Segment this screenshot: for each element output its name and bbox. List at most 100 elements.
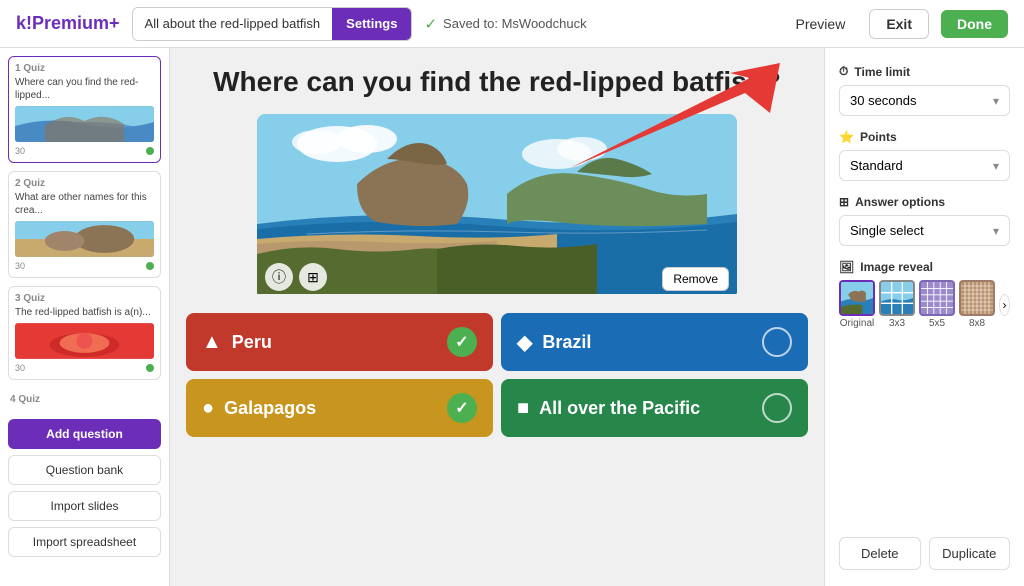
answer-text-peru: Peru [232,332,272,353]
sidebar-item-quiz-3[interactable]: 3 Quiz The red-lipped batfish is a(n)...… [8,286,161,380]
panel-bottom-buttons: Delete Duplicate [839,537,1010,570]
answer-options-section: ⊞ Answer options Single select ▾ [839,195,1010,246]
reveal-8x8-label: 8x8 [969,318,985,329]
answer-icon-galapagos: ● [202,397,214,420]
saved-indicator: ✓ Saved to: MsWoodchuck [424,15,586,33]
saved-text: Saved to: MsWoodchuck [443,16,587,31]
answer-options-dropdown[interactable]: Single select ▾ [839,215,1010,246]
points-section: ⭐ Points Standard ▾ [839,130,1010,181]
reveal-original-wrap: Original [839,280,875,329]
quiz-card-2-number: 2 Quiz [15,178,154,189]
quiz-count-label: 4 Quiz [8,394,161,405]
answer-card-pacific[interactable]: ■ All over the Pacific [501,379,808,437]
quiz-thumb-2 [15,221,154,257]
chevron-down-icon: ▾ [993,94,999,108]
answer-text-galapagos: Galapagos [224,398,316,419]
answer-check-peru: ✓ [447,327,477,357]
reveal-3x3-label: 3x3 [889,318,905,329]
reveal-5x5-button[interactable] [919,280,955,316]
answer-check-brazil [762,327,792,357]
answer-card-peru[interactable]: ▲ Peru ✓ [186,313,493,371]
quiz-card-1-number: 1 Quiz [15,63,45,74]
import-slides-button[interactable]: Import slides [8,491,161,521]
answer-check-galapagos: ✓ [447,393,477,423]
reveal-next-button[interactable]: › [999,294,1010,316]
answer-options-value: Single select [850,223,924,238]
quiz-thumb-3 [15,323,154,359]
time-limit-label: ⏱ Time limit [839,64,1010,79]
image-reveal-section: 🖼 Image reveal Original [839,260,1010,329]
reveal-5x5-wrap: 5x5 [919,280,955,329]
reveal-original-label: Original [840,318,874,329]
reveal-5x5-label: 5x5 [929,318,945,329]
sidebar-item-quiz-1[interactable]: 1 Quiz Where can you find the red-lipped… [8,56,161,163]
time-limit-dropdown[interactable]: 30 seconds ▾ [839,85,1010,116]
answer-text-pacific: All over the Pacific [539,398,700,419]
answer-icon-brazil: ◆ [517,330,532,355]
answer-check-pacific [762,393,792,423]
quiz-card-1-text: Where can you find the red-lipped... [15,76,154,102]
check-icon: ✓ [424,15,437,33]
image-reveal-label: 🖼 Image reveal [839,260,1010,274]
quiz-dot-1 [146,147,154,155]
main-layout: 1 Quiz Where can you find the red-lipped… [0,48,1024,586]
answer-left-pacific: ■ All over the Pacific [517,397,700,420]
question-text: Where can you find the red-lipped batfis… [186,64,808,100]
image-info-button[interactable]: ⓘ [265,263,293,291]
answer-left-galapagos: ● Galapagos [202,397,316,420]
exit-button[interactable]: Exit [869,9,929,39]
question-bank-button[interactable]: Question bank [8,455,161,485]
import-spreadsheet-button[interactable]: Import spreadsheet [8,527,161,557]
content-area: Where can you find the red-lipped batfis… [170,48,824,586]
answer-icon-peru: ▲ [202,331,222,354]
time-limit-value: 30 seconds [850,93,917,108]
answer-left-brazil: ◆ Brazil [517,330,591,355]
reveal-8x8-wrap: 8x8 [959,280,995,329]
quiz-dot-3 [146,364,154,372]
done-button[interactable]: Done [941,10,1008,38]
quiz-dot-2 [146,262,154,270]
quiz-title: All about the red-lipped batfish [133,8,333,40]
points-value: Standard [850,158,903,173]
image-reveal-options: Original 3x3 [839,280,1010,329]
image-icon: 🖼 [839,260,854,274]
settings-button[interactable]: Settings [332,8,411,40]
header: k!Premium+ All about the red-lipped batf… [0,0,1024,48]
star-icon: ⭐ [839,130,854,144]
sidebar-actions: Add question Question bank Import slides… [8,415,161,567]
answer-icon-pacific: ■ [517,397,529,420]
image-edit-button[interactable]: ⊞ [299,263,327,291]
add-question-button[interactable]: Add question [8,419,161,449]
points-label: ⭐ Points [839,130,1010,144]
remove-image-button[interactable]: Remove [662,267,729,291]
quiz-thumb-1 [15,106,154,142]
answer-text-brazil: Brazil [542,332,591,353]
quiz-card-3-text: The red-lipped batfish is a(n)... [15,306,154,319]
clock-icon: ⏱ [839,64,848,79]
answer-card-galapagos[interactable]: ● Galapagos ✓ [186,379,493,437]
sidebar: 1 Quiz Where can you find the red-lipped… [0,48,170,586]
reveal-3x3-wrap: 3x3 [879,280,915,329]
delete-button[interactable]: Delete [839,537,921,570]
preview-button[interactable]: Preview [784,16,858,32]
reveal-original-button[interactable] [839,280,875,316]
points-dropdown[interactable]: Standard ▾ [839,150,1010,181]
answer-card-brazil[interactable]: ◆ Brazil [501,313,808,371]
answer-options-label: ⊞ Answer options [839,195,1010,209]
image-controls: ⓘ ⊞ [265,263,327,291]
header-title-bar: All about the red-lipped batfish Setting… [132,7,413,41]
reveal-8x8-button[interactable] [959,280,995,316]
quiz-card-2-text: What are other names for this crea... [15,191,154,217]
quiz-card-3-number: 3 Quiz [15,293,154,304]
duplicate-button[interactable]: Duplicate [929,537,1011,570]
grid-icon: ⊞ [839,195,849,209]
chevron-down-icon-3: ▾ [993,224,999,238]
chevron-down-icon-2: ▾ [993,159,999,173]
time-limit-section: ⏱ Time limit 30 seconds ▾ [839,64,1010,116]
logo: k!Premium+ [16,13,120,34]
sidebar-item-quiz-2[interactable]: 2 Quiz What are other names for this cre… [8,171,161,278]
image-area: ⓘ ⊞ Remove [257,114,737,299]
reveal-3x3-button[interactable] [879,280,915,316]
answer-left-peru: ▲ Peru [202,331,272,354]
right-panel: ⏱ Time limit 30 seconds ▾ ⭐ Points Stand… [824,48,1024,586]
